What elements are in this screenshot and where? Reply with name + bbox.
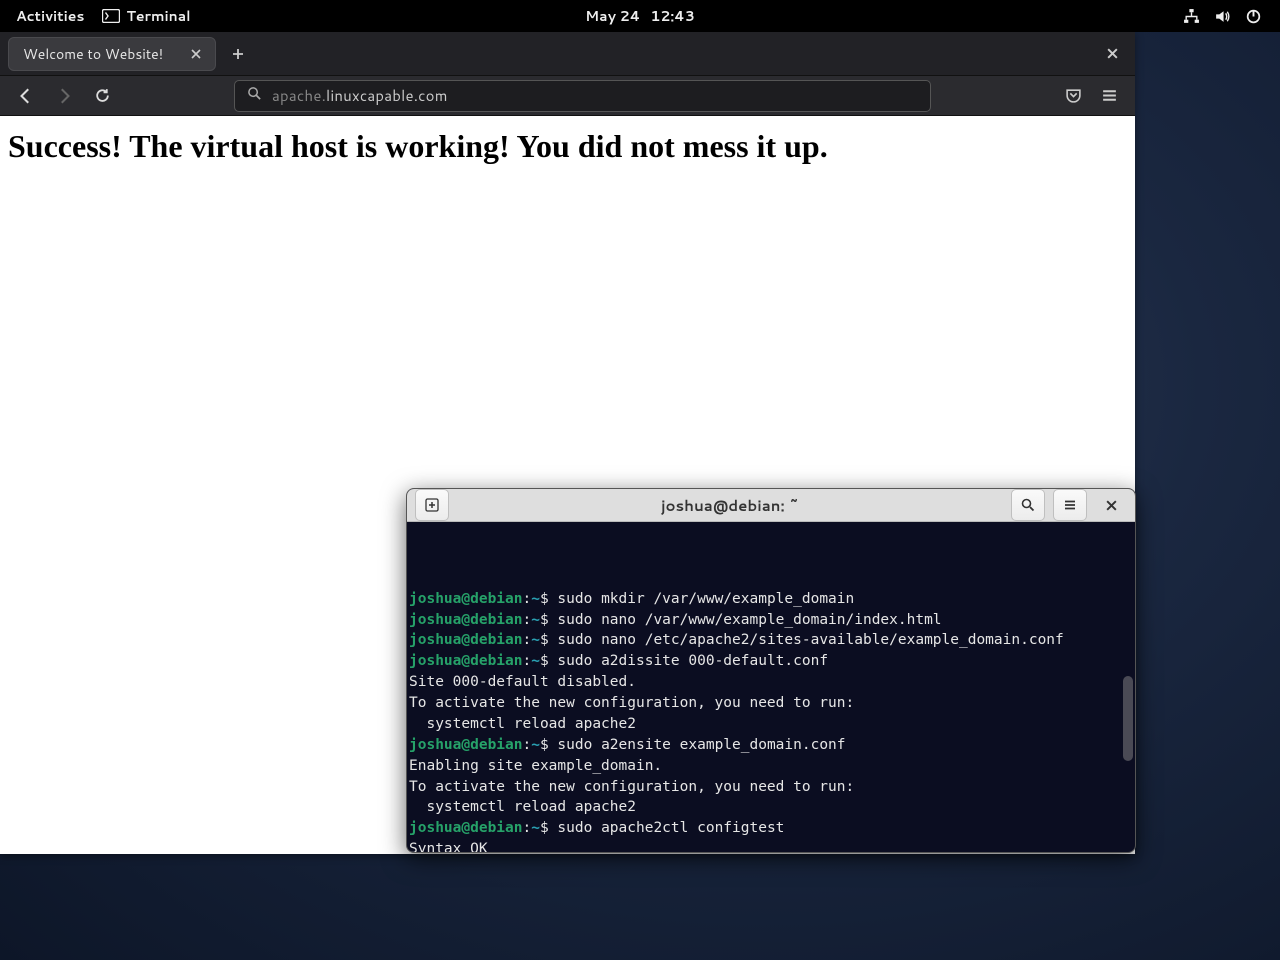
topbar-app[interactable]: Terminal xyxy=(102,6,190,26)
topbar-date: May 24 xyxy=(585,6,640,26)
terminal-prompt-line: joshua@debian:~$ sudo nano /var/www/exam… xyxy=(409,610,1129,631)
terminal-title: joshua@debian: ~ xyxy=(457,495,1003,516)
browser-close-button[interactable] xyxy=(1097,39,1127,69)
terminal-search-button[interactable] xyxy=(1011,489,1045,521)
topbar-clock[interactable]: May 24 12:43 xyxy=(585,6,695,26)
page-heading: Success! The virtual host is working! Yo… xyxy=(8,128,1127,165)
terminal-prompt-line: joshua@debian:~$ sudo mkdir /var/www/exa… xyxy=(409,589,1129,610)
terminal-prompt-line: joshua@debian:~$ sudo a2ensite example_d… xyxy=(409,735,1129,756)
gnome-topbar: Activities Terminal May 24 12:43 xyxy=(0,0,1280,32)
terminal-output-line: systemctl reload apache2 xyxy=(409,714,1129,735)
browser-tabstrip: Welcome to Website! xyxy=(0,32,1135,76)
activities-button[interactable]: Activities xyxy=(16,6,84,26)
browser-navbar: apache.linuxcapable.com xyxy=(0,76,1135,116)
power-icon[interactable] xyxy=(1245,8,1262,25)
back-button[interactable] xyxy=(10,80,42,112)
app-menu-icon[interactable] xyxy=(1093,80,1125,112)
url-text: apache.linuxcapable.com xyxy=(272,85,448,106)
terminal-prompt-line: joshua@debian:~$ sudo apache2ctl configt… xyxy=(409,818,1129,839)
terminal-output-line: Site 000-default disabled. xyxy=(409,672,1129,693)
search-icon xyxy=(247,85,262,106)
terminal-output-line: systemctl reload apache2 xyxy=(409,797,1129,818)
tab-close-icon[interactable] xyxy=(187,45,205,63)
reload-button[interactable] xyxy=(86,80,118,112)
terminal-output-line: Enabling site example_domain. xyxy=(409,756,1129,777)
terminal-body[interactable]: joshua@debian:~$ sudo mkdir /var/www/exa… xyxy=(407,522,1135,853)
terminal-output-line: Syntax OK xyxy=(409,839,1129,853)
terminal-menu-button[interactable] xyxy=(1053,489,1087,521)
terminal-window: joshua@debian: ~ joshua@debian:~$ sudo m… xyxy=(406,488,1136,853)
terminal-icon xyxy=(102,9,120,23)
forward-button[interactable] xyxy=(48,80,80,112)
terminal-close-button[interactable] xyxy=(1095,489,1127,521)
terminal-output-line: To activate the new configuration, you n… xyxy=(409,693,1129,714)
terminal-prompt-line: joshua@debian:~$ sudo a2dissite 000-defa… xyxy=(409,651,1129,672)
network-icon[interactable] xyxy=(1183,8,1200,25)
volume-icon[interactable] xyxy=(1214,8,1231,25)
terminal-prompt-line: joshua@debian:~$ sudo nano /etc/apache2/… xyxy=(409,630,1129,651)
terminal-output-line: To activate the new configuration, you n… xyxy=(409,777,1129,798)
new-tab-button[interactable] xyxy=(224,40,252,68)
topbar-time: 12:43 xyxy=(650,6,695,26)
tab-title: Welcome to Website! xyxy=(23,44,163,64)
browser-tab[interactable]: Welcome to Website! xyxy=(8,37,216,71)
terminal-headerbar: joshua@debian: ~ xyxy=(407,489,1135,522)
terminal-new-tab-button[interactable] xyxy=(415,489,449,521)
topbar-app-name: Terminal xyxy=(126,6,190,26)
url-bar[interactable]: apache.linuxcapable.com xyxy=(234,80,931,112)
terminal-scrollbar[interactable] xyxy=(1123,676,1133,761)
pocket-icon[interactable] xyxy=(1057,80,1089,112)
